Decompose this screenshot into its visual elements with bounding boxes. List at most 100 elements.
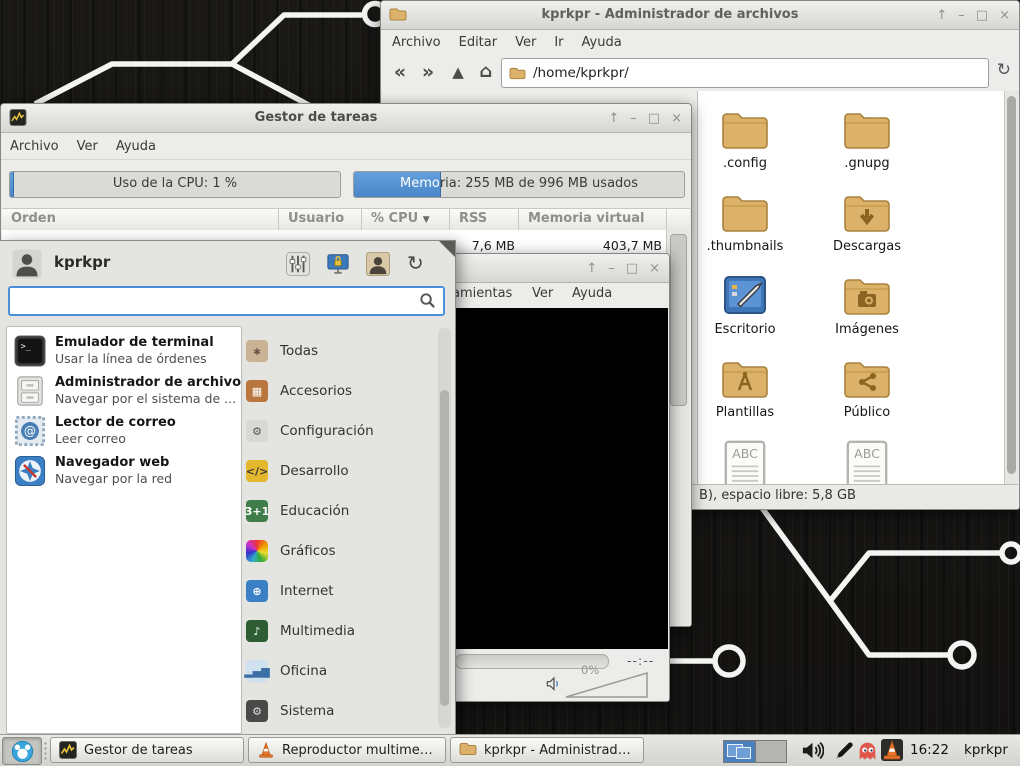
shade-icon[interactable]: ↑	[936, 9, 947, 22]
app-list-item[interactable]: Administrador de archivos Navegar por el…	[7, 371, 241, 411]
file-icon	[843, 274, 891, 318]
app-subtitle: Usar la línea de órdenes	[55, 351, 214, 367]
close-icon[interactable]: ×	[999, 9, 1010, 22]
forward-icon[interactable]: »	[415, 58, 441, 86]
maximize-icon[interactable]: □	[626, 262, 638, 275]
menu-item[interactable]: Ver	[68, 135, 107, 158]
category-icon: ▦	[246, 380, 268, 402]
file-label: .thumbnails	[689, 239, 801, 254]
minimize-icon[interactable]: –	[958, 9, 965, 22]
app-title: Emulador de terminal	[55, 335, 214, 351]
window-button-label: Gestor de tareas	[84, 743, 193, 758]
scrollbar-thumb[interactable]	[670, 234, 687, 406]
maximize-icon[interactable]: □	[648, 112, 660, 125]
taskbar-window-button[interactable]: Gestor de tareas	[50, 737, 244, 763]
menu-item[interactable]: Archivo	[383, 31, 450, 54]
categories-scrollbar[interactable]	[438, 328, 451, 728]
logout-icon[interactable]: ↻	[407, 251, 424, 275]
speaker-icon[interactable]	[545, 675, 562, 692]
category-item[interactable]: 3+1 Educación	[246, 491, 436, 531]
file-item[interactable]: Plantillas	[689, 357, 801, 420]
applications-menu-button[interactable]	[2, 737, 42, 765]
scrollbar-thumb[interactable]	[1007, 96, 1016, 474]
menu-item-clipped[interactable]: amientas	[452, 286, 512, 301]
up-icon[interactable]: ▲	[445, 58, 471, 86]
file-item[interactable]: Imágenes	[811, 274, 923, 337]
cpu-usage-bar: Uso de la CPU: 1 %	[9, 171, 341, 198]
file-manager-titlebar[interactable]: kprkpr - Administrador de archivos ↑ – □…	[381, 1, 1019, 30]
maximize-icon[interactable]: □	[976, 9, 988, 22]
category-label: Accesorios	[280, 383, 352, 399]
category-item[interactable]: ♪ Multimedia	[246, 611, 436, 651]
close-icon[interactable]: ×	[671, 112, 682, 125]
minimize-icon[interactable]: –	[630, 112, 637, 125]
app-title: Administrador de archivos	[55, 375, 242, 391]
close-icon[interactable]: ×	[649, 262, 660, 275]
menu-item[interactable]: Ayuda	[573, 31, 631, 54]
menu-item[interactable]: Ayuda	[572, 286, 612, 301]
file-item[interactable]: .gnupg	[811, 108, 923, 171]
app-list-item[interactable]: >_ Emulador de terminal Usar la línea de…	[7, 331, 241, 371]
file-item[interactable]: Público	[811, 357, 923, 420]
menu-item[interactable]: Ayuda	[107, 135, 165, 158]
column-header-memoria-virtual[interactable]: Memoria virtual	[519, 209, 667, 231]
menu-item[interactable]: Editar	[450, 31, 507, 54]
app-list-item[interactable]: Navegador web Navegar por la red	[7, 451, 241, 491]
back-icon[interactable]: «	[387, 58, 413, 86]
taskbar-window-button[interactable]: Reproductor multimedi...	[248, 737, 446, 763]
settings-icon[interactable]	[286, 252, 310, 276]
search-box[interactable]	[8, 286, 445, 316]
panel-grip[interactable]	[43, 741, 48, 760]
category-item[interactable]: </> Desarrollo	[246, 451, 436, 491]
file-manager-scrollbar[interactable]	[1004, 91, 1018, 485]
file-item[interactable]: .config	[689, 108, 801, 171]
file-item[interactable]: Descargas	[811, 191, 923, 254]
column-header-rss[interactable]: RSS	[450, 209, 519, 231]
shade-icon[interactable]: ↑	[586, 262, 597, 275]
workspace-1-active[interactable]	[724, 741, 755, 762]
file-item[interactable]: .thumbnails	[689, 191, 801, 254]
category-item[interactable]: ∗ Todas	[246, 331, 436, 371]
menu-item[interactable]: Archivo	[1, 135, 68, 158]
taskbar-window-button[interactable]: kprkpr - Administrador ...	[450, 737, 644, 763]
window-button-label: Reproductor multimedi...	[282, 743, 437, 758]
media-player-titlebar[interactable]: ↑ – □ ×	[451, 254, 669, 283]
file-item[interactable]: ABC	[689, 440, 801, 484]
category-label: Configuración	[280, 423, 374, 439]
menu-item[interactable]: Ver	[506, 31, 545, 54]
workspace-2[interactable]	[755, 741, 787, 762]
column-header-cpu[interactable]: % CPU ▼	[362, 209, 450, 231]
volume-slider[interactable]	[564, 670, 650, 699]
file-item[interactable]: Escritorio	[689, 274, 801, 337]
app-list-item[interactable]: @ Lector de correo Leer correo	[7, 411, 241, 451]
workspace-pager[interactable]	[723, 740, 787, 763]
home-icon[interactable]: ⌂	[473, 58, 499, 86]
menu-item[interactable]: Ir	[545, 31, 572, 54]
minimize-icon[interactable]: –	[608, 262, 615, 275]
shade-icon[interactable]: ↑	[608, 112, 619, 125]
category-label: Educación	[280, 503, 349, 519]
volume-tray-icon[interactable]	[800, 739, 824, 762]
path-bar[interactable]: /home/kprkpr/	[501, 58, 989, 88]
category-item[interactable]: ▂▄▆ Oficina	[246, 651, 436, 691]
column-header-orden[interactable]: Orden	[2, 209, 279, 231]
category-item[interactable]: ⚙ Sistema	[246, 691, 436, 731]
media-player-tray-icon[interactable]	[881, 739, 903, 761]
file-item[interactable]: ABC	[811, 440, 923, 484]
category-item[interactable]: ⚙ Configuración	[246, 411, 436, 451]
category-item[interactable]: Gráficos	[246, 531, 436, 571]
task-manager-titlebar[interactable]: Gestor de tareas ↑ – □ ×	[1, 104, 691, 133]
switch-user-icon[interactable]	[366, 252, 390, 276]
scrollbar-thumb[interactable]	[440, 390, 449, 706]
search-input[interactable]	[18, 291, 402, 309]
menu-item[interactable]: Ver	[532, 286, 553, 301]
lock-screen-icon[interactable]	[326, 252, 350, 276]
stylus-tray-icon[interactable]	[834, 740, 855, 761]
reload-icon[interactable]: ↻	[997, 60, 1011, 80]
column-header-usuario[interactable]: Usuario	[279, 209, 362, 231]
category-item[interactable]: ▦ Accesorios	[246, 371, 436, 411]
ghost-tray-icon[interactable]	[857, 740, 878, 761]
app-icon: >_	[14, 335, 46, 367]
category-item[interactable]: ⊕ Internet	[246, 571, 436, 611]
file-icon	[843, 357, 891, 401]
